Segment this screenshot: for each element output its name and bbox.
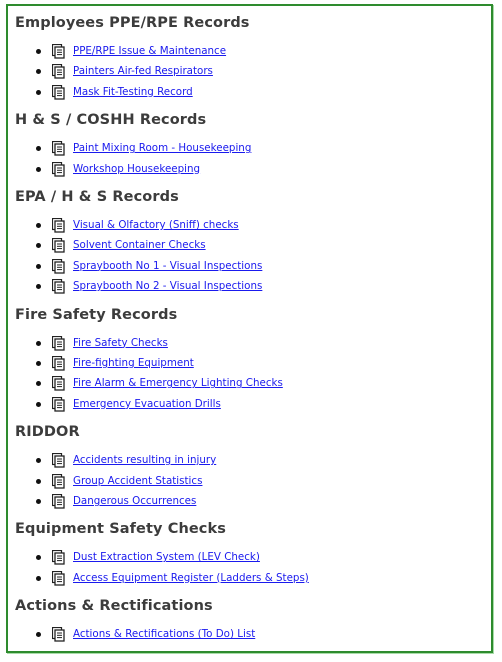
section-heading: Equipment Safety Checks [15,521,226,538]
link-mask-fit-testing-record[interactable]: Mask Fit-Testing Record [73,85,193,99]
bullet-icon [36,555,41,561]
document-list-icon [52,141,65,156]
bullet-icon [36,340,41,346]
records-panel: Employees PPE/RPE Records PPE/RPE Issue … [6,4,493,653]
document-list-icon [52,161,65,177]
section-heading: Fire Safety Records [15,306,178,323]
bullet-icon [36,49,41,54]
link-visual-olfactory-sniff-checks[interactable]: Visual & Olfactory (Sniff) checks [73,218,239,232]
document-list-icon [52,376,65,392]
bullet-icon [36,401,41,407]
bullet-icon [36,223,41,228]
link-workshop-housekeeping[interactable]: Workshop Housekeeping [73,162,200,176]
bullet-icon [36,69,41,75]
document-list-icon [52,627,65,642]
document-list-icon [52,473,65,489]
link-ppe-rpe-issue-maintenance[interactable]: PPE/RPE Issue & Maintenance [73,44,226,58]
document-list-icon [52,453,65,468]
link-fire-safety-checks[interactable]: Fire Safety Checks [73,336,168,350]
document-list-icon [52,396,65,412]
bullet-icon [36,166,41,172]
section-heading: Employees PPE/RPE Records [15,15,250,31]
bullet-icon [36,498,41,504]
link-spraybooth-no-2-visual-inspections[interactable]: Spraybooth No 2 - Visual Inspections [73,279,262,293]
bullet-icon [36,263,41,269]
link-dangerous-occurrences[interactable]: Dangerous Occurrences [73,494,196,508]
bullet-icon [36,243,41,249]
bullet-icon [36,89,41,95]
link-accidents-resulting-in-injury[interactable]: Accidents resulting in injury [73,453,216,467]
document-list-icon [52,238,65,254]
document-list-icon [52,335,65,351]
bullet-icon [36,632,41,638]
section-heading: RIDDOR [15,424,80,441]
document-list-icon [52,44,65,59]
bullet-icon [36,146,41,152]
link-dust-extraction-system-lev-check[interactable]: Dust Extraction System (LEV Check) [73,550,260,564]
link-spraybooth-no-1-visual-inspections[interactable]: Spraybooth No 1 - Visual Inspections [73,259,262,273]
bullet-icon [36,284,41,290]
document-list-icon [52,258,65,274]
document-list-icon [52,550,65,566]
link-paint-mixing-room-housekeeping[interactable]: Paint Mixing Room - Housekeeping [73,141,251,155]
document-list-icon [52,279,65,294]
document-list-icon [52,570,65,586]
section-heading: H & S / COSHH Records [15,112,207,129]
bullet-icon [36,575,41,581]
link-emergency-evacuation-drills[interactable]: Emergency Evacuation Drills [73,397,221,411]
bullet-icon [36,381,41,387]
section-heading: EPA / H & S Records [15,189,179,205]
document-list-icon [52,355,65,371]
document-list-icon [52,218,65,233]
document-list-icon [52,84,65,100]
link-access-equipment-register-ladders-steps[interactable]: Access Equipment Register (Ladders & Ste… [73,571,309,585]
document-list-icon [52,493,65,509]
link-painters-air-fed-respirators[interactable]: Painters Air-fed Respirators [73,64,213,78]
bullet-icon [36,360,41,366]
bullet-icon [36,478,41,484]
section-heading: Actions & Rectifications [15,598,213,615]
link-actions-rectifications-to-do-list[interactable]: Actions & Rectifications (To Do) List [73,627,255,641]
document-list-icon [52,64,65,80]
link-fire-alarm-emergency-lighting-checks[interactable]: Fire Alarm & Emergency Lighting Checks [73,376,283,390]
bullet-icon [36,458,41,464]
link-group-accident-statistics[interactable]: Group Accident Statistics [73,474,202,488]
link-fire-fighting-equipment[interactable]: Fire-fighting Equipment [73,356,194,370]
link-solvent-container-checks[interactable]: Solvent Container Checks [73,238,206,252]
